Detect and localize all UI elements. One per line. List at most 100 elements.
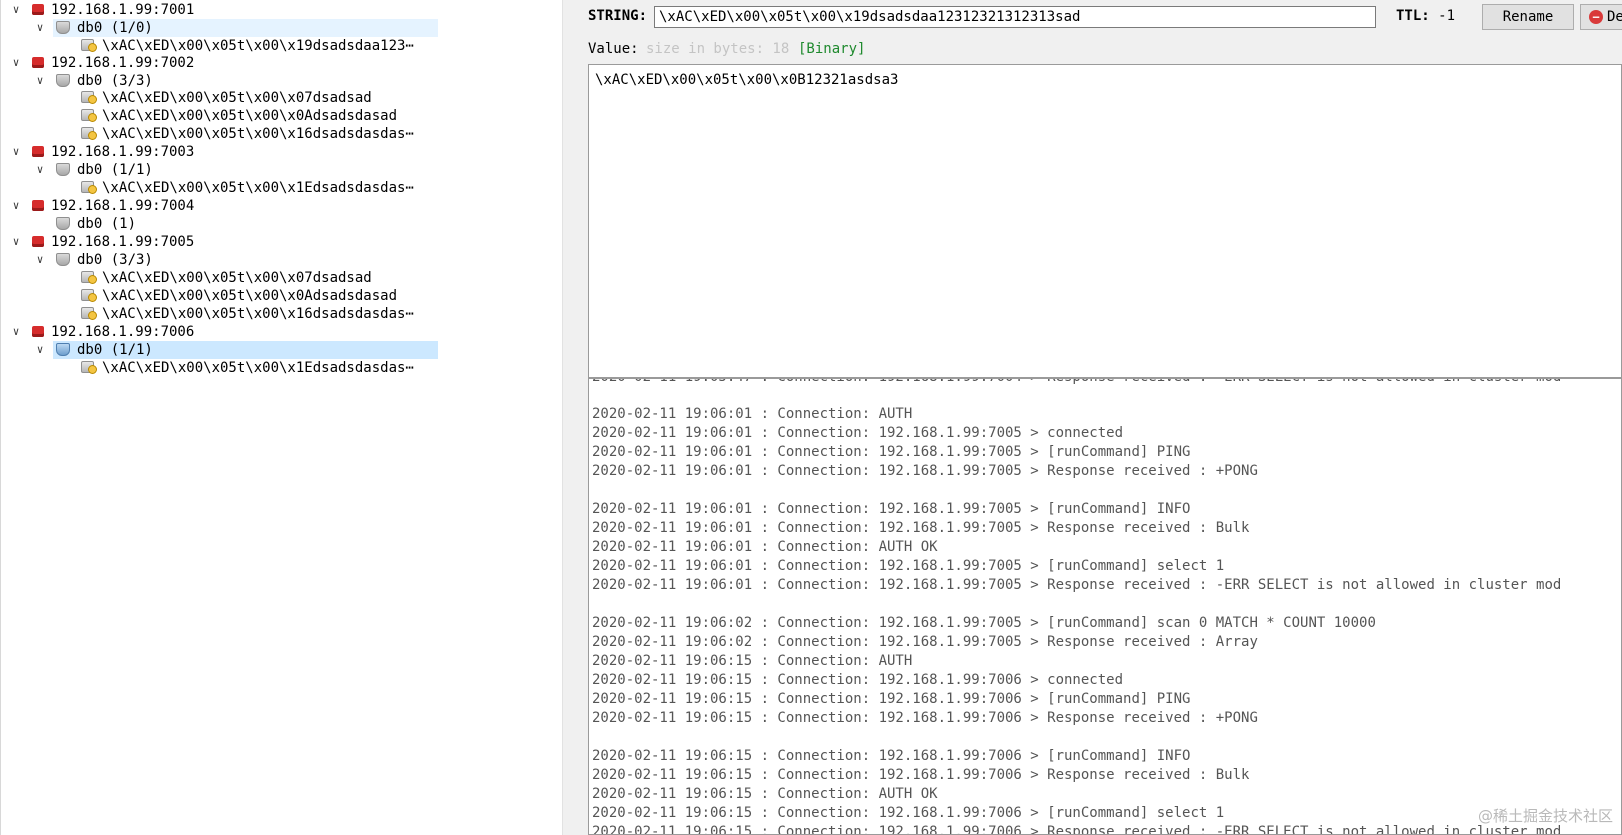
value-header: Value: size in bytes: 18 [Binary] [588, 38, 1622, 62]
value-text: \xAC\xED\x00\x05t\x00\x0B12321asdsa3 [595, 72, 899, 88]
tree-key-label: \xAC\xED\x00\x05t\x00\x16dsadsdasdas⋯ [102, 126, 414, 142]
chevron-down-icon[interactable]: ∨ [9, 143, 23, 161]
database-icon [56, 21, 70, 34]
tree-server-7003[interactable]: ∨ 192.168.1.99:7003 [1, 143, 451, 161]
value-editor[interactable]: \xAC\xED\x00\x05t\x00\x0B12321asdsa3 [588, 64, 1622, 378]
chevron-down-icon[interactable]: ∨ [33, 161, 47, 179]
tree-key-label: \xAC\xED\x00\x05t\x00\x16dsadsdasdas⋯ [102, 306, 414, 322]
database-icon [56, 163, 70, 176]
database-icon [56, 74, 70, 87]
delete-button[interactable]: − De [1580, 4, 1622, 30]
log-line: 2020-02-11 19:06:15 : Connection: 192.16… [592, 672, 1124, 688]
key-icon [81, 271, 97, 284]
chevron-down-icon[interactable]: ∨ [9, 197, 23, 215]
log-line: 2020-02-11 19:06:15 : Connection: 192.16… [592, 710, 1258, 726]
chevron-down-icon[interactable]: ∨ [33, 19, 47, 37]
chevron-down-icon[interactable]: ∨ [9, 233, 23, 251]
tree-db-label: db0 (1/1) [77, 342, 153, 358]
tree-db-7006[interactable]: ∨ db0 (1/1) [1, 341, 451, 359]
log-line: 2020-02-11 19:06:01 : Connection: 192.16… [592, 558, 1225, 574]
log-line: 2020-02-11 19:06:02 : Connection: 192.16… [592, 615, 1376, 631]
tree-server-7001[interactable]: ∨ 192.168.1.99:7001 [1, 1, 451, 19]
tree-server-label: 192.168.1.99:7002 [51, 55, 195, 71]
key-icon [81, 361, 97, 374]
tree-server-label: 192.168.1.99:7004 [51, 198, 195, 214]
ttl-label: TTL: [1396, 8, 1430, 24]
watermark: @稀土掘金技术社区 [1477, 807, 1613, 825]
chevron-down-icon[interactable]: ∨ [9, 54, 23, 72]
chevron-down-icon[interactable]: ∨ [9, 323, 23, 341]
tree-key[interactable]: \xAC\xED\x00\x05t\x00\x16dsadsdasdas⋯ [1, 305, 451, 323]
tree-key[interactable]: \xAC\xED\x00\x05t\x00\x16dsadsdasdas⋯ [1, 125, 451, 143]
tree-server-label: 192.168.1.99:7001 [51, 2, 195, 18]
log-line: 2020-02-11 19:06:01 : Connection: 192.16… [592, 501, 1191, 517]
log-line: 2020-02-11 19:06:01 : Connection: 192.16… [592, 444, 1191, 460]
tree-db-label: db0 (3/3) [77, 73, 153, 89]
chevron-down-icon[interactable]: ∨ [33, 72, 47, 90]
tree-key[interactable]: \xAC\xED\x00\x05t\x00\x19dsadsdaa123⋯ [1, 37, 451, 55]
server-icon [32, 4, 44, 15]
tree-key[interactable]: \xAC\xED\x00\x05t\x00\x07dsadsad [1, 89, 451, 107]
tree-key-label: \xAC\xED\x00\x05t\x00\x1Edsadsdasdas⋯ [102, 360, 414, 376]
tree-db-7001[interactable]: ∨ db0 (1/0) [1, 19, 451, 37]
value-size-placeholder: size in bytes: 18 [646, 41, 790, 57]
server-icon [32, 57, 44, 68]
key-icon [81, 289, 97, 302]
tree-key-label: \xAC\xED\x00\x05t\x00\x0Adsadsdasad [102, 288, 398, 304]
database-icon [56, 217, 70, 230]
tree-server-7006[interactable]: ∨ 192.168.1.99:7006 [1, 323, 451, 341]
tree-db-label: db0 (1) [77, 216, 137, 232]
tree-db-label: db0 (1/1) [77, 162, 153, 178]
log-console[interactable]: 2020-02-11 19:05:47 : Connection: 192.16… [588, 378, 1622, 835]
key-type-label: STRING: [588, 8, 648, 24]
tree-key-label: \xAC\xED\x00\x05t\x00\x07dsadsad [102, 270, 372, 286]
chevron-down-icon[interactable]: ∨ [9, 1, 23, 19]
tree-db-7004[interactable]: db0 (1) [1, 215, 451, 233]
tree-key[interactable]: \xAC\xED\x00\x05t\x00\x0Adsadsdasad [1, 287, 451, 305]
ttl-value: -1 [1438, 8, 1456, 24]
key-toolbar: STRING: TTL: -1 Rename − De [588, 0, 1622, 38]
server-icon [32, 200, 44, 211]
tree-db-label: db0 (1/0) [77, 20, 153, 36]
log-line: 2020-02-11 19:06:15 : Connection: 192.16… [592, 748, 1191, 764]
tree-server-label: 192.168.1.99:7006 [51, 324, 195, 340]
server-icon [32, 326, 44, 337]
tree-key[interactable]: \xAC\xED\x00\x05t\x00\x1Edsadsdasdas⋯ [1, 179, 451, 197]
log-line: 2020-02-11 19:06:15 : Connection: 192.16… [592, 824, 1562, 835]
key-icon [81, 109, 97, 122]
log-line: 2020-02-11 19:06:01 : Connection: AUTH O… [592, 539, 938, 555]
server-icon [32, 236, 44, 247]
tree-db-7005[interactable]: ∨ db0 (3/3) [1, 251, 451, 269]
minus-circle-icon: − [1589, 10, 1603, 24]
database-icon [56, 343, 70, 356]
tree-server-label: 192.168.1.99:7003 [51, 144, 195, 160]
tree-server-7002[interactable]: ∨ 192.168.1.99:7002 [1, 54, 451, 72]
key-icon [81, 181, 97, 194]
tree-key-label: \xAC\xED\x00\x05t\x00\x1Edsadsdasdas⋯ [102, 180, 414, 196]
key-name-input[interactable] [654, 6, 1376, 28]
key-icon [81, 127, 97, 140]
key-icon [81, 39, 97, 52]
tree-key[interactable]: \xAC\xED\x00\x05t\x00\x0Adsadsdasad [1, 107, 451, 125]
pane-splitter[interactable] [562, 0, 588, 835]
tree-key[interactable]: \xAC\xED\x00\x05t\x00\x07dsadsad [1, 269, 451, 287]
app-window: ∨ 192.168.1.99:7001 ∨ db0 (1/0) \xAC\xED… [0, 0, 1622, 835]
ttl-display: TTL: -1 [1396, 8, 1455, 24]
log-line: 2020-02-11 19:06:15 : Connection: AUTH [592, 653, 913, 669]
log-line: 2020-02-11 19:06:01 : Connection: 192.16… [592, 520, 1250, 536]
chevron-down-icon[interactable]: ∨ [33, 341, 47, 359]
value-format-selector[interactable]: [Binary] [798, 41, 865, 57]
value-label: Value: [588, 41, 639, 57]
server-icon [32, 146, 44, 157]
rename-button[interactable]: Rename [1482, 4, 1574, 30]
tree-server-7004[interactable]: ∨ 192.168.1.99:7004 [1, 197, 451, 215]
tree-server-7005[interactable]: ∨ 192.168.1.99:7005 [1, 233, 451, 251]
tree-key-label: \xAC\xED\x00\x05t\x00\x0Adsadsdasad [102, 108, 398, 124]
tree-db-7003[interactable]: ∨ db0 (1/1) [1, 161, 451, 179]
chevron-down-icon[interactable]: ∨ [33, 251, 47, 269]
log-line: 2020-02-11 19:06:01 : Connection: 192.16… [592, 463, 1258, 479]
key-editor-pane: STRING: TTL: -1 Rename − De Value: size … [588, 0, 1622, 835]
tree-db-7002[interactable]: ∨ db0 (3/3) [1, 72, 451, 90]
tree-key[interactable]: \xAC\xED\x00\x05t\x00\x1Edsadsdasdas⋯ [1, 359, 451, 377]
tree-db-label: db0 (3/3) [77, 252, 153, 268]
